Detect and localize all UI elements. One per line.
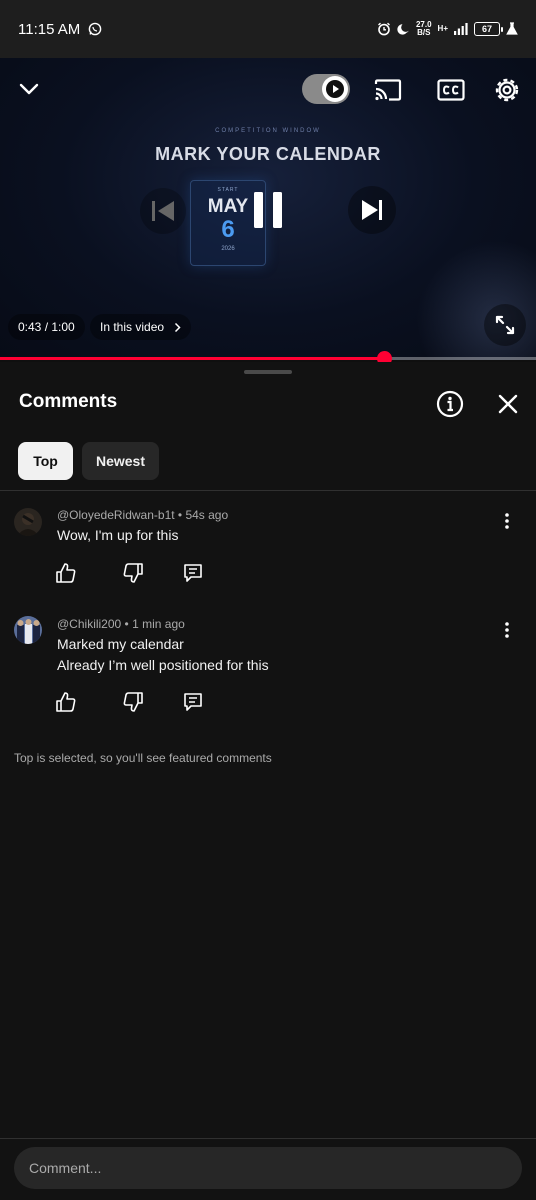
closed-captions-icon [437, 79, 465, 101]
more-vertical-icon [505, 622, 509, 638]
reply-comment-icon [184, 564, 202, 582]
collapse-button[interactable] [14, 74, 44, 104]
progress-played [0, 357, 384, 360]
comment-author[interactable]: @Chikili200 [57, 617, 121, 631]
divider [0, 490, 536, 491]
calendar-year: 2026 [221, 246, 235, 252]
comment-time: 1 min ago [132, 617, 185, 631]
thumbs-down-icon [123, 692, 143, 712]
pause-button[interactable] [238, 178, 298, 242]
network-type-label: H+ [437, 24, 448, 33]
player-glow [416, 240, 536, 360]
comment-input[interactable] [14, 1147, 522, 1189]
autoplay-toggle[interactable] [302, 74, 350, 104]
status-time: 11:15 AM [18, 20, 81, 38]
time-display[interactable]: 0:43 / 1:00 [8, 314, 85, 340]
thumbs-up-icon [56, 692, 76, 712]
comment-text: Marked my calendar Already I’m well posi… [57, 634, 269, 676]
filter-newest-chip[interactable]: Newest [82, 442, 159, 480]
net-speed-unit: B/S [417, 28, 431, 37]
info-icon [436, 390, 464, 418]
moon-icon [397, 23, 410, 36]
comment-author[interactable]: @OloyedeRidwan-b1t [57, 508, 175, 522]
reply-button[interactable] [180, 560, 206, 586]
gear-icon [495, 78, 519, 102]
filter-top-chip[interactable]: Top [18, 442, 73, 480]
alarm-icon [377, 22, 391, 36]
net-speed: 27.0 B/S [416, 21, 432, 37]
chapter-label: In this video [100, 320, 165, 334]
signal-icon [454, 23, 468, 35]
dislike-button[interactable] [120, 689, 146, 715]
settings-button[interactable] [490, 73, 524, 107]
comment-more-button[interactable] [496, 617, 518, 643]
like-button[interactable] [53, 560, 79, 586]
status-bar: 11:15 AM 27.0 B/S H+ 67 [0, 0, 536, 58]
video-progress-bar[interactable] [0, 351, 536, 366]
reply-button[interactable] [180, 689, 206, 715]
close-icon [498, 394, 518, 414]
chevron-down-icon [19, 83, 39, 95]
status-icons: 27.0 B/S H+ 67 [377, 21, 518, 37]
drag-handle[interactable] [244, 370, 292, 374]
skip-next-icon [362, 200, 382, 220]
comment-more-button[interactable] [496, 508, 518, 534]
thumbs-down-icon [123, 563, 143, 583]
cast-icon [374, 79, 402, 101]
comment-line: Marked my calendar [57, 636, 184, 652]
close-button[interactable] [492, 388, 524, 420]
expand-icon [495, 315, 515, 335]
comment-text: Wow, I'm up for this [57, 525, 178, 546]
battery-level: 67 [481, 24, 492, 34]
cast-button[interactable] [372, 75, 404, 105]
comment-time: 54s ago [185, 508, 229, 522]
next-button[interactable] [348, 186, 396, 234]
info-button[interactable] [434, 388, 466, 420]
comment-line: Already I’m well positioned for this [57, 657, 269, 673]
captions-button[interactable] [434, 75, 468, 105]
battery-icon: 67 [474, 22, 503, 36]
avatar[interactable] [14, 616, 42, 644]
autoplay-knob [322, 76, 348, 102]
video-heading: MARK YOUR CALENDAR [155, 144, 381, 164]
comments-panel: Comments Top Newest @OloyedeRidwan-b1t •… [0, 362, 536, 1200]
network-type: H+ [438, 25, 448, 33]
whatsapp-icon [88, 22, 102, 36]
previous-button[interactable] [140, 188, 186, 234]
reply-comment-icon [184, 693, 202, 711]
skip-previous-icon [152, 201, 174, 221]
pause-icon [254, 192, 282, 228]
divider [0, 1138, 536, 1139]
more-vertical-icon [505, 513, 509, 529]
chevron-right-icon [175, 322, 181, 332]
in-this-video-button[interactable]: In this video [90, 314, 192, 340]
video-kicker: COMPETITION WINDOW [215, 128, 321, 134]
time-text: 0:43 / 1:00 [18, 320, 75, 334]
like-button[interactable] [53, 689, 79, 715]
featured-comments-note: Top is selected, so you'll see featured … [14, 751, 272, 765]
thumbs-up-icon [56, 563, 76, 583]
avatar[interactable] [14, 508, 42, 536]
flask-icon [506, 22, 518, 36]
comments-title: Comments [19, 391, 118, 412]
play-icon [326, 80, 344, 98]
dislike-button[interactable] [120, 560, 146, 586]
comment-meta: @Chikili200 • 1 min ago [57, 617, 185, 631]
comment-meta: @OloyedeRidwan-b1t • 54s ago [57, 508, 229, 522]
fullscreen-button[interactable] [484, 304, 526, 346]
video-player[interactable]: COMPETITION WINDOW MARK YOUR CALENDAR ST… [0, 58, 536, 360]
comment-line: Wow, I'm up for this [57, 527, 179, 543]
